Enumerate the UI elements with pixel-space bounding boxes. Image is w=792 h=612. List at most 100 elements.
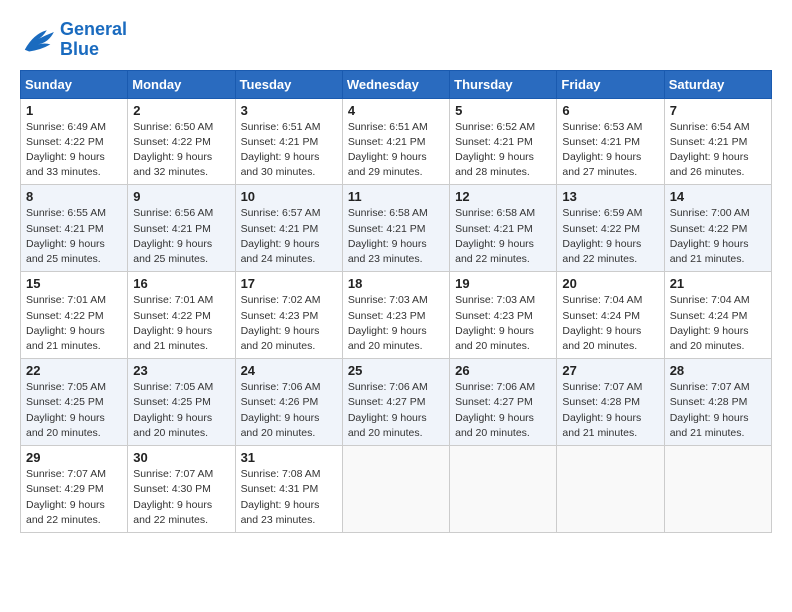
calendar-day-cell: 8 Sunrise: 6:55 AMSunset: 4:21 PMDaylight… bbox=[21, 185, 128, 272]
day-info: Sunrise: 6:53 AMSunset: 4:21 PMDaylight:… bbox=[562, 120, 658, 181]
calendar-day-cell: 27 Sunrise: 7:07 AMSunset: 4:28 PMDayligh… bbox=[557, 359, 664, 446]
day-info: Sunrise: 7:07 AMSunset: 4:28 PMDaylight:… bbox=[670, 380, 766, 441]
weekday-header: Friday bbox=[557, 70, 664, 98]
day-number: 19 bbox=[455, 276, 551, 291]
day-number: 12 bbox=[455, 189, 551, 204]
calendar-day-cell: 7Sunrise: 6:54 AMSunset: 4:21 PMDaylight… bbox=[664, 98, 771, 185]
calendar-week-row: 15 Sunrise: 7:01 AMSunset: 4:22 PMDayligh… bbox=[21, 272, 772, 359]
calendar-day-cell: 5 Sunrise: 6:52 AMSunset: 4:21 PMDaylight… bbox=[450, 98, 557, 185]
day-number: 28 bbox=[670, 363, 766, 378]
day-info: Sunrise: 7:06 AMSunset: 4:26 PMDaylight:… bbox=[241, 380, 337, 441]
day-number: 5 bbox=[455, 103, 551, 118]
day-info: Sunrise: 7:04 AMSunset: 4:24 PMDaylight:… bbox=[562, 293, 658, 354]
day-info: Sunrise: 7:03 AMSunset: 4:23 PMDaylight:… bbox=[455, 293, 551, 354]
day-number: 4 bbox=[348, 103, 444, 118]
calendar-day-cell: 15 Sunrise: 7:01 AMSunset: 4:22 PMDayligh… bbox=[21, 272, 128, 359]
day-number: 2 bbox=[133, 103, 229, 118]
day-number: 30 bbox=[133, 450, 229, 465]
day-number: 9 bbox=[133, 189, 229, 204]
logo-icon bbox=[20, 25, 56, 55]
day-info: Sunrise: 7:07 AMSunset: 4:30 PMDaylight:… bbox=[133, 467, 229, 528]
calendar-day-cell: 3 Sunrise: 6:51 AMSunset: 4:21 PMDaylight… bbox=[235, 98, 342, 185]
calendar-day-cell bbox=[342, 446, 449, 533]
day-info: Sunrise: 7:03 AMSunset: 4:23 PMDaylight:… bbox=[348, 293, 444, 354]
calendar-day-cell bbox=[450, 446, 557, 533]
calendar-week-row: 22 Sunrise: 7:05 AMSunset: 4:25 PMDayligh… bbox=[21, 359, 772, 446]
day-number: 20 bbox=[562, 276, 658, 291]
calendar-day-cell: 21 Sunrise: 7:04 AMSunset: 4:24 PMDayligh… bbox=[664, 272, 771, 359]
day-info: Sunrise: 7:07 AMSunset: 4:28 PMDaylight:… bbox=[562, 380, 658, 441]
calendar-table: SundayMondayTuesdayWednesdayThursdayFrid… bbox=[20, 70, 772, 533]
weekday-header: Monday bbox=[128, 70, 235, 98]
calendar-day-cell: 11Sunrise: 6:58 AMSunset: 4:21 PMDayligh… bbox=[342, 185, 449, 272]
weekday-header: Wednesday bbox=[342, 70, 449, 98]
calendar-day-cell: 25 Sunrise: 7:06 AMSunset: 4:27 PMDayligh… bbox=[342, 359, 449, 446]
day-number: 18 bbox=[348, 276, 444, 291]
day-info: Sunrise: 7:06 AMSunset: 4:27 PMDaylight:… bbox=[455, 380, 551, 441]
day-number: 1 bbox=[26, 103, 122, 118]
day-info: Sunrise: 6:49 AMSunset: 4:22 PMDaylight:… bbox=[26, 120, 122, 181]
day-info: Sunrise: 7:08 AMSunset: 4:31 PMDaylight:… bbox=[241, 467, 337, 528]
day-info: Sunrise: 6:56 AMSunset: 4:21 PMDaylight:… bbox=[133, 206, 229, 267]
calendar-day-cell: 29 Sunrise: 7:07 AMSunset: 4:29 PMDayligh… bbox=[21, 446, 128, 533]
weekday-header: Saturday bbox=[664, 70, 771, 98]
day-number: 3 bbox=[241, 103, 337, 118]
day-info: Sunrise: 7:01 AMSunset: 4:22 PMDaylight:… bbox=[26, 293, 122, 354]
calendar-day-cell: 30 Sunrise: 7:07 AMSunset: 4:30 PMDayligh… bbox=[128, 446, 235, 533]
calendar-week-row: 29 Sunrise: 7:07 AMSunset: 4:29 PMDayligh… bbox=[21, 446, 772, 533]
calendar-day-cell: 9 Sunrise: 6:56 AMSunset: 4:21 PMDaylight… bbox=[128, 185, 235, 272]
calendar-day-cell: 23Sunrise: 7:05 AMSunset: 4:25 PMDayligh… bbox=[128, 359, 235, 446]
day-number: 29 bbox=[26, 450, 122, 465]
day-number: 22 bbox=[26, 363, 122, 378]
day-info: Sunrise: 6:51 AMSunset: 4:21 PMDaylight:… bbox=[241, 120, 337, 181]
day-number: 23 bbox=[133, 363, 229, 378]
calendar-day-cell bbox=[557, 446, 664, 533]
day-number: 15 bbox=[26, 276, 122, 291]
day-info: Sunrise: 7:00 AMSunset: 4:22 PMDaylight:… bbox=[670, 206, 766, 267]
day-number: 10 bbox=[241, 189, 337, 204]
day-info: Sunrise: 7:01 AMSunset: 4:22 PMDaylight:… bbox=[133, 293, 229, 354]
day-number: 21 bbox=[670, 276, 766, 291]
day-number: 25 bbox=[348, 363, 444, 378]
calendar-day-cell: 13 Sunrise: 6:59 AMSunset: 4:22 PMDayligh… bbox=[557, 185, 664, 272]
weekday-header: Tuesday bbox=[235, 70, 342, 98]
calendar-week-row: 1 Sunrise: 6:49 AMSunset: 4:22 PMDaylight… bbox=[21, 98, 772, 185]
day-info: Sunrise: 6:55 AMSunset: 4:21 PMDaylight:… bbox=[26, 206, 122, 267]
calendar-day-cell: 22 Sunrise: 7:05 AMSunset: 4:25 PMDayligh… bbox=[21, 359, 128, 446]
logo-text-line2: Blue bbox=[60, 40, 127, 60]
day-number: 14 bbox=[670, 189, 766, 204]
calendar-week-row: 8 Sunrise: 6:55 AMSunset: 4:21 PMDaylight… bbox=[21, 185, 772, 272]
calendar-day-cell: 18 Sunrise: 7:03 AMSunset: 4:23 PMDayligh… bbox=[342, 272, 449, 359]
logo-text-line1: General bbox=[60, 20, 127, 40]
calendar-day-cell: 19 Sunrise: 7:03 AMSunset: 4:23 PMDayligh… bbox=[450, 272, 557, 359]
logo: General Blue bbox=[20, 20, 127, 60]
day-info: Sunrise: 7:07 AMSunset: 4:29 PMDaylight:… bbox=[26, 467, 122, 528]
calendar-day-cell: 2Sunrise: 6:50 AMSunset: 4:22 PMDaylight… bbox=[128, 98, 235, 185]
day-number: 24 bbox=[241, 363, 337, 378]
day-number: 31 bbox=[241, 450, 337, 465]
day-info: Sunrise: 7:05 AMSunset: 4:25 PMDaylight:… bbox=[26, 380, 122, 441]
calendar-day-cell: 20 Sunrise: 7:04 AMSunset: 4:24 PMDayligh… bbox=[557, 272, 664, 359]
calendar-day-cell: 17Sunrise: 7:02 AMSunset: 4:23 PMDayligh… bbox=[235, 272, 342, 359]
day-number: 16 bbox=[133, 276, 229, 291]
calendar-day-cell: 16 Sunrise: 7:01 AMSunset: 4:22 PMDayligh… bbox=[128, 272, 235, 359]
calendar-day-cell: 6 Sunrise: 6:53 AMSunset: 4:21 PMDaylight… bbox=[557, 98, 664, 185]
day-info: Sunrise: 6:59 AMSunset: 4:22 PMDaylight:… bbox=[562, 206, 658, 267]
day-info: Sunrise: 6:52 AMSunset: 4:21 PMDaylight:… bbox=[455, 120, 551, 181]
page-header: General Blue bbox=[20, 20, 772, 60]
calendar-day-cell: 28 Sunrise: 7:07 AMSunset: 4:28 PMDayligh… bbox=[664, 359, 771, 446]
day-number: 8 bbox=[26, 189, 122, 204]
day-number: 6 bbox=[562, 103, 658, 118]
weekday-header: Sunday bbox=[21, 70, 128, 98]
calendar-day-cell: 26 Sunrise: 7:06 AMSunset: 4:27 PMDayligh… bbox=[450, 359, 557, 446]
day-number: 27 bbox=[562, 363, 658, 378]
day-info: Sunrise: 6:58 AMSunset: 4:21 PMDaylight:… bbox=[455, 206, 551, 267]
calendar-day-cell: 31 Sunrise: 7:08 AMSunset: 4:31 PMDayligh… bbox=[235, 446, 342, 533]
day-info: Sunrise: 6:57 AMSunset: 4:21 PMDaylight:… bbox=[241, 206, 337, 267]
day-number: 13 bbox=[562, 189, 658, 204]
day-number: 17 bbox=[241, 276, 337, 291]
day-number: 26 bbox=[455, 363, 551, 378]
day-info: Sunrise: 7:04 AMSunset: 4:24 PMDaylight:… bbox=[670, 293, 766, 354]
day-info: Sunrise: 7:06 AMSunset: 4:27 PMDaylight:… bbox=[348, 380, 444, 441]
day-number: 11 bbox=[348, 189, 444, 204]
